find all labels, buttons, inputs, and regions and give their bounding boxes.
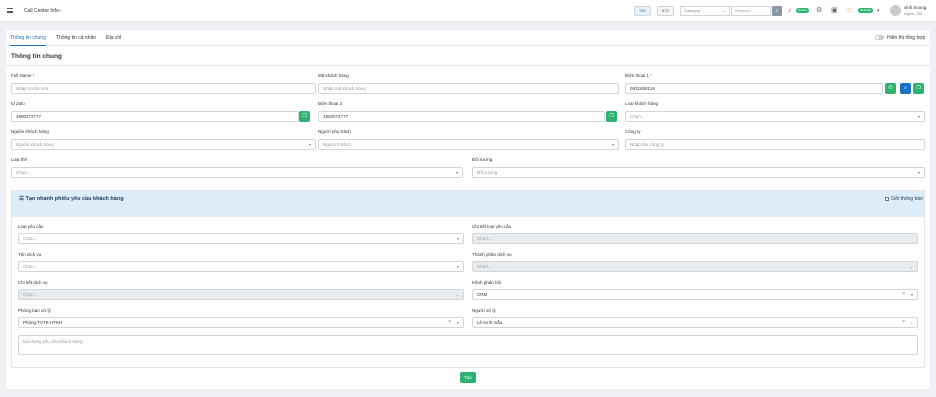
chevron-down-icon[interactable]: ⌄ [58, 7, 62, 13]
service-detail-label: Chi tiết dịch vụ [18, 280, 48, 285]
divider [6, 65, 930, 66]
clear-icon[interactable]: × [902, 318, 905, 327]
company-input[interactable]: Nhập tên công ty [625, 139, 925, 150]
gear-icon[interactable]: ⚙ [816, 6, 822, 16]
call-button[interactable]: ✆ [885, 83, 896, 94]
tab-address[interactable]: Địa chỉ [106, 35, 121, 45]
panel-header: ☰ Tạo nhanh phiếu yêu cầu khách hàng Gởi… [12, 191, 924, 217]
panel-title: ☰ Tạo nhanh phiếu yêu cầu khách hàng [19, 196, 124, 202]
bell-icon[interactable]: ♪ [788, 6, 792, 16]
phone2-copy-button[interactable]: ❐ [606, 111, 617, 122]
zalo-label: Id Zalo [11, 101, 25, 106]
zalo-copy-button[interactable]: ❐ [299, 111, 310, 122]
object-select[interactable]: Đối tượng ▾ [472, 167, 925, 178]
service-component-select[interactable]: Chọn... ⌄ [472, 261, 918, 272]
feedback-channel-label: Kênh phản hồi [472, 280, 502, 285]
customer-code-label: Mã khách hàng [318, 73, 349, 78]
service-name-label: Tên dịch vụ [18, 252, 42, 257]
extension-pill[interactable]: 873 [657, 6, 674, 16]
phone2-label: Điện thoại 2 [318, 101, 343, 106]
status-caret-icon[interactable]: ▾ [877, 6, 880, 16]
tab-bar: Thông tin chung Thông tin cá nhân Địa ch… [6, 30, 930, 46]
queue-pill[interactable]: 760 [634, 6, 651, 16]
card-type-select[interactable]: Chọn... ▾ [11, 167, 463, 178]
service-detail-select[interactable]: Chọn... ⌄ [18, 289, 464, 300]
request-content-textarea[interactable]: Nội dung yêu cầu khách hàng [18, 335, 918, 355]
section-title: Thông tin chung [11, 53, 62, 60]
source-select[interactable]: Nguồn khách hàng ▾ [11, 139, 316, 150]
send-notify-label: Gởi thông báo [891, 196, 923, 202]
request-type-label: Loại yêu cầu [18, 224, 44, 229]
service-component-label: Thành phần dịch vụ [472, 252, 512, 257]
tab-general[interactable]: Thông tin chung [10, 35, 46, 46]
create-button[interactable]: Tạo [460, 372, 476, 383]
service-name-select[interactable]: Chọn... ▾ [18, 261, 464, 272]
source-label: Nguồn khách hàng [11, 129, 49, 134]
main-card: Thông tin chung Thông tin cá nhân Địa ch… [6, 30, 930, 389]
search-button[interactable]: ⌕ [772, 6, 782, 16]
full-name-label: Full Name * [11, 73, 35, 78]
avatar[interactable] [890, 5, 901, 16]
department-label: Phòng ban xử lý [18, 308, 51, 313]
full-name-input[interactable]: Nhập họ tên KH [11, 83, 316, 94]
object-label: Đối tượng [472, 157, 493, 162]
top-bar: Call Center Info ⌄ 760 873 Category ⌄ Key… [0, 0, 936, 22]
user-name[interactable]: vinh.truong [904, 5, 926, 10]
chat-icon[interactable]: ▣ [831, 6, 838, 16]
request-detail-label: Chi tiết loại yêu cầu [472, 224, 512, 229]
clear-icon[interactable]: × [448, 318, 451, 327]
handler-select[interactable]: Lê Kinh mẫu × ⌄ [472, 317, 918, 328]
list-icon: ☰ [19, 196, 24, 202]
customer-code-input[interactable]: Nhập mã khách hàng [318, 83, 619, 94]
phone1-input[interactable]: 0931658119 [625, 83, 883, 94]
search-customer-button[interactable]: ⌕ [900, 83, 911, 94]
toggle-label: Hiển thị tổng hợp [887, 35, 926, 41]
category-select[interactable]: Category ⌄ [680, 6, 730, 16]
send-notify-checkbox[interactable] [885, 197, 889, 201]
owner-select[interactable]: Người P.trách ▾ [318, 139, 619, 150]
keyword-input[interactable]: Keyword [731, 6, 771, 16]
phone1-label: Điện thoại 1 * [625, 73, 653, 78]
menu-icon[interactable] [7, 8, 13, 13]
handler-label: Người xử lý [472, 308, 496, 313]
card-type-label: Loại thẻ [11, 157, 28, 162]
app-title[interactable]: Call Center Info [24, 8, 59, 14]
request-detail-select[interactable]: Chọn... [472, 233, 918, 244]
smiley-icon[interactable]: ☺ [846, 6, 853, 16]
user-role: Agent 760 [904, 11, 923, 16]
status-badge[interactable]: ONLINE [858, 8, 874, 13]
customer-type-select[interactable]: Chọn... ▾ [625, 111, 925, 122]
phone2-input[interactable]: 1900272777 [318, 111, 605, 122]
request-type-select[interactable]: Chọn... ▾ [18, 233, 464, 244]
clear-icon[interactable]: × [902, 290, 905, 299]
online-badge: Online [796, 8, 809, 13]
company-label: Công ty [625, 129, 641, 134]
summary-toggle[interactable] [875, 35, 884, 40]
customer-type-label: Loại khách hàng [625, 101, 659, 106]
department-select[interactable]: Phòng TVTK-HTKH × ▾ [18, 317, 464, 328]
copy-button[interactable]: ❐ [913, 83, 924, 94]
zalo-input[interactable]: 1900272777 [11, 111, 299, 122]
owner-label: Người phụ trách [318, 129, 351, 134]
tab-personal[interactable]: Thông tin cá nhân [56, 35, 96, 45]
feedback-channel-select[interactable]: CRM × ▾ [472, 289, 918, 300]
